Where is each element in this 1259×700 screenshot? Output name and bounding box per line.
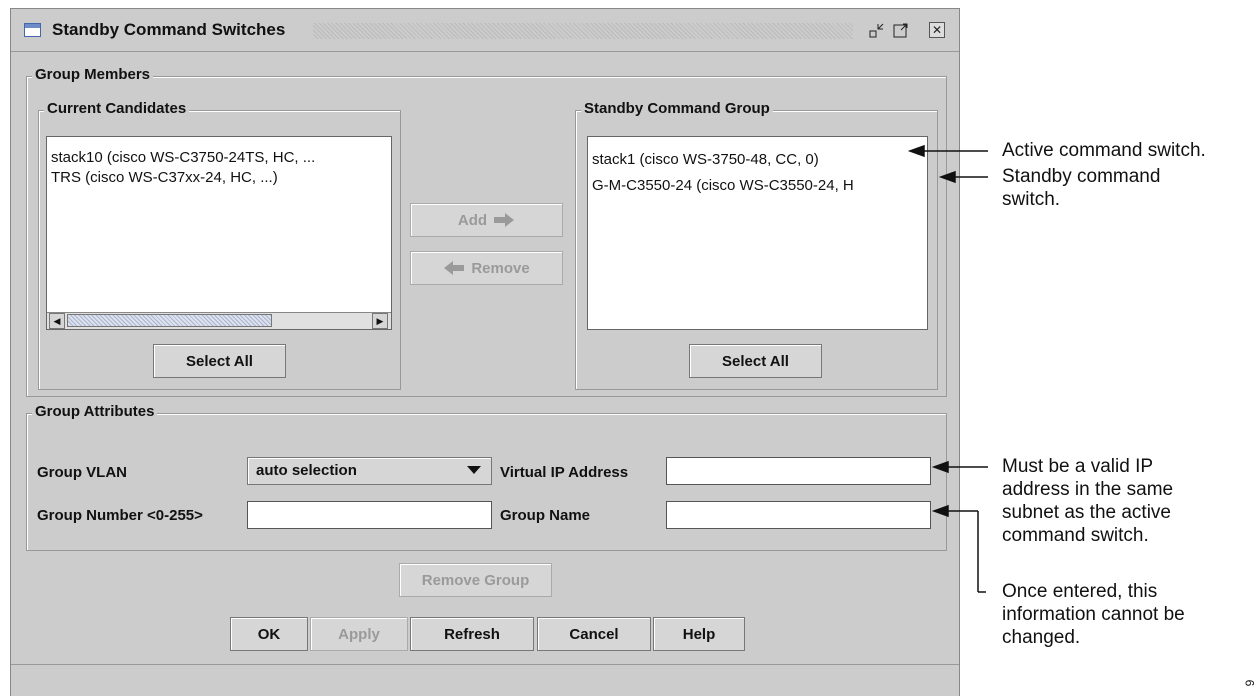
annotation-ip-line2: address in the same: [1002, 479, 1174, 500]
annotation-entered-line2: information cannot be: [1002, 604, 1185, 625]
arrowhead-icon: [931, 460, 949, 474]
annotation-ip-line3: subnet as the active: [1002, 502, 1171, 523]
annotation-ip-line4: command switch.: [1002, 525, 1149, 546]
annotation-standby-line1: Standby command: [1002, 166, 1161, 187]
arrowhead-icon: [931, 504, 949, 518]
annotation-ip-line1: Must be a valid IP: [1002, 456, 1154, 477]
annotation-entered-line3: changed.: [1002, 627, 1081, 648]
annotation-entered-line1: Once entered, this: [1002, 581, 1158, 602]
arrowhead-icon: [938, 170, 956, 184]
arrowhead-icon: [907, 144, 925, 158]
annotation-active: Active command switch.: [1002, 140, 1206, 161]
figure-number: 6: [1242, 679, 1257, 687]
annotation-standby-line2: switch.: [1002, 189, 1061, 210]
